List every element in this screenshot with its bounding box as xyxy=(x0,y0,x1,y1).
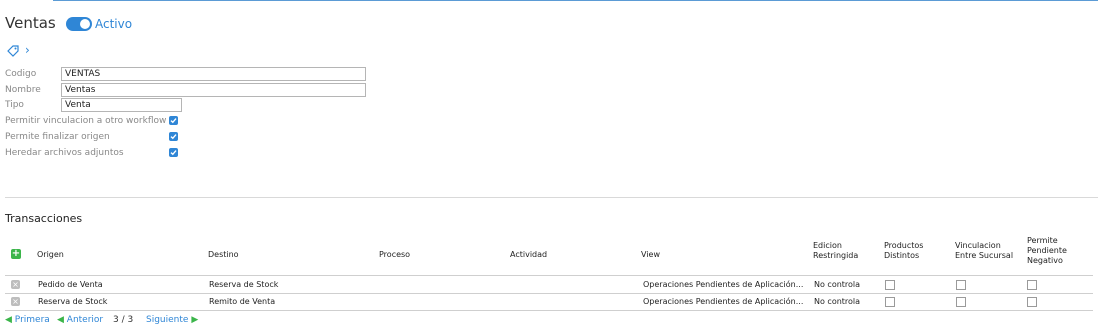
row1-vinculacion-checkbox[interactable] xyxy=(956,280,966,290)
pager-current: 3 / 3 xyxy=(113,315,134,325)
col-productos-line1: Productos xyxy=(884,241,924,250)
toggle-knob xyxy=(80,19,90,29)
nombre-input[interactable]: Ventas xyxy=(61,83,366,97)
header-divider xyxy=(5,275,1093,276)
col-edicion: Edicion Restringida xyxy=(813,241,858,261)
page-title: Ventas xyxy=(5,14,56,32)
row1-origen: Pedido de Venta xyxy=(38,280,103,289)
permitir-vinculacion-label: Permitir vinculacion a otro workflow xyxy=(5,116,167,126)
row2-productos-checkbox[interactable] xyxy=(885,297,895,307)
col-proceso: Proceso xyxy=(379,250,411,259)
nombre-label: Nombre xyxy=(5,85,41,95)
tipo-label: Tipo xyxy=(5,100,24,110)
col-productos-line2: Distintos xyxy=(884,251,920,260)
active-toggle-label[interactable]: Activo xyxy=(95,17,132,31)
pager-first[interactable]: ◀ Primera xyxy=(5,315,50,325)
top-border xyxy=(53,0,1098,1)
col-edicion-line2: Restringida xyxy=(813,251,859,260)
codigo-label: Codigo xyxy=(5,69,37,79)
col-edicion-line1: Edicion xyxy=(813,241,842,250)
col-permite-line2: Pendiente xyxy=(1027,246,1067,255)
transacciones-title: Transacciones xyxy=(5,212,83,225)
row1-view: Operaciones Pendientes de Aplicación... xyxy=(643,280,804,289)
pager-prev[interactable]: ◀ Anterior xyxy=(57,315,103,325)
heredar-archivos-label: Heredar archivos adjuntos xyxy=(5,148,124,158)
row2-origen: Reserva de Stock xyxy=(38,297,108,306)
pager-next-label[interactable]: Siguiente xyxy=(146,315,188,325)
col-vinculacion-line2: Entre Sucursal xyxy=(955,251,1014,260)
triangle-right-icon: ▶ xyxy=(191,315,199,325)
row2-edicion: No controla xyxy=(814,297,861,306)
row1-edicion: No controla xyxy=(814,280,861,289)
row1-productos-checkbox[interactable] xyxy=(885,280,895,290)
col-permite-line1: Permite xyxy=(1027,236,1058,245)
chevron-right-icon[interactable]: › xyxy=(25,43,30,57)
tag-icon[interactable] xyxy=(7,45,19,57)
col-vinculacion: Vinculacion Entre Sucursal xyxy=(955,241,1013,261)
col-actividad: Actividad xyxy=(510,250,548,259)
codigo-input[interactable]: VENTAS xyxy=(61,67,366,81)
row2-permite-checkbox[interactable] xyxy=(1027,297,1037,307)
section-divider xyxy=(5,197,1098,198)
add-transaction-button[interactable]: + xyxy=(11,249,21,259)
col-permite: Permite Pendiente Negativo xyxy=(1027,236,1067,266)
triangle-left-icon: ◀ xyxy=(57,315,64,325)
row1-permite-checkbox[interactable] xyxy=(1027,280,1037,290)
permite-finalizar-checkbox[interactable] xyxy=(169,132,178,141)
col-view: View xyxy=(641,250,660,259)
col-vinculacion-line1: Vinculacion xyxy=(955,241,1001,250)
row-divider xyxy=(5,310,1093,311)
row1-destino: Reserva de Stock xyxy=(209,280,279,289)
permitir-vinculacion-checkbox[interactable] xyxy=(169,116,178,125)
pager-first-label[interactable]: Primera xyxy=(15,315,50,325)
delete-row-icon[interactable]: × xyxy=(11,297,20,306)
permite-finalizar-label: Permite finalizar origen xyxy=(5,132,110,142)
pager-next[interactable]: Siguiente ▶ xyxy=(146,315,198,325)
col-productos: Productos Distintos xyxy=(884,241,923,261)
col-permite-line3: Negativo xyxy=(1027,256,1063,265)
row2-view: Operaciones Pendientes de Aplicación... xyxy=(643,297,804,306)
row2-vinculacion-checkbox[interactable] xyxy=(956,297,966,307)
delete-row-icon[interactable]: × xyxy=(11,280,20,289)
col-origen: Origen xyxy=(37,250,64,259)
pager-prev-label[interactable]: Anterior xyxy=(67,315,103,325)
row-divider xyxy=(5,293,1093,294)
heredar-archivos-checkbox[interactable] xyxy=(169,148,178,157)
row2-destino: Remito de Venta xyxy=(209,297,276,306)
tipo-input[interactable]: Venta xyxy=(61,98,182,112)
col-destino: Destino xyxy=(208,250,239,259)
triangle-left-icon: ◀ xyxy=(5,315,12,325)
active-toggle[interactable] xyxy=(66,17,92,31)
